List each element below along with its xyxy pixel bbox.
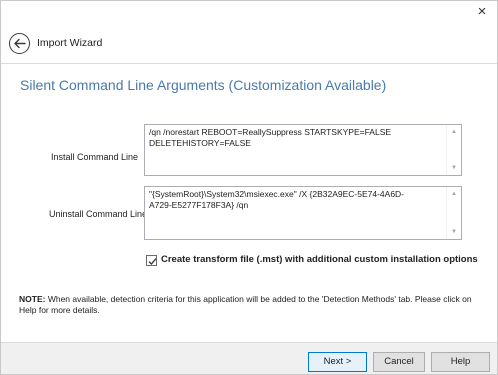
header-divider [1, 63, 497, 64]
import-wizard-window: × Import Wizard Silent Command Line Argu… [0, 0, 498, 375]
note-prefix: NOTE: [19, 294, 46, 304]
back-arrow-icon[interactable] [9, 33, 30, 54]
install-command-line-value[interactable]: /qn /norestart REBOOT=ReallySuppress STA… [149, 127, 405, 148]
help-button[interactable]: Help [431, 352, 490, 372]
install-command-line-field[interactable]: /qn /norestart REBOOT=ReallySuppress STA… [144, 124, 462, 176]
create-transform-label[interactable]: Create transform file (.mst) with additi… [161, 254, 478, 265]
scroll-up-icon[interactable]: ▲ [447, 189, 461, 199]
checkmark-icon [148, 258, 157, 265]
next-button[interactable]: Next > [308, 352, 367, 372]
wizard-title: Import Wizard [37, 37, 103, 49]
uninstall-command-line-label: Uninstall Command Line [49, 209, 148, 219]
cancel-button[interactable]: Cancel [373, 352, 425, 372]
section-title: Silent Command Line Arguments (Customiza… [20, 77, 387, 93]
scroll-down-icon[interactable]: ▼ [447, 227, 461, 237]
detection-note: NOTE: When available, detection criteria… [19, 294, 479, 316]
wizard-header: Import Wizard [1, 1, 497, 63]
uninstall-command-line-field[interactable]: "{SystemRoot}\System32\msiexec.exe" /X {… [144, 186, 462, 240]
create-transform-checkbox[interactable] [146, 255, 157, 266]
uninstall-command-line-value[interactable]: "{SystemRoot}\System32\msiexec.exe" /X {… [149, 189, 405, 210]
scroll-down-icon[interactable]: ▼ [447, 163, 461, 173]
scroll-up-icon[interactable]: ▲ [447, 127, 461, 137]
install-command-line-label: Install Command Line [51, 152, 139, 162]
install-field-scrollbar[interactable]: ▲ ▼ [446, 125, 461, 175]
uninstall-field-scrollbar[interactable]: ▲ ▼ [446, 187, 461, 239]
note-text: When available, detection criteria for t… [19, 294, 472, 315]
